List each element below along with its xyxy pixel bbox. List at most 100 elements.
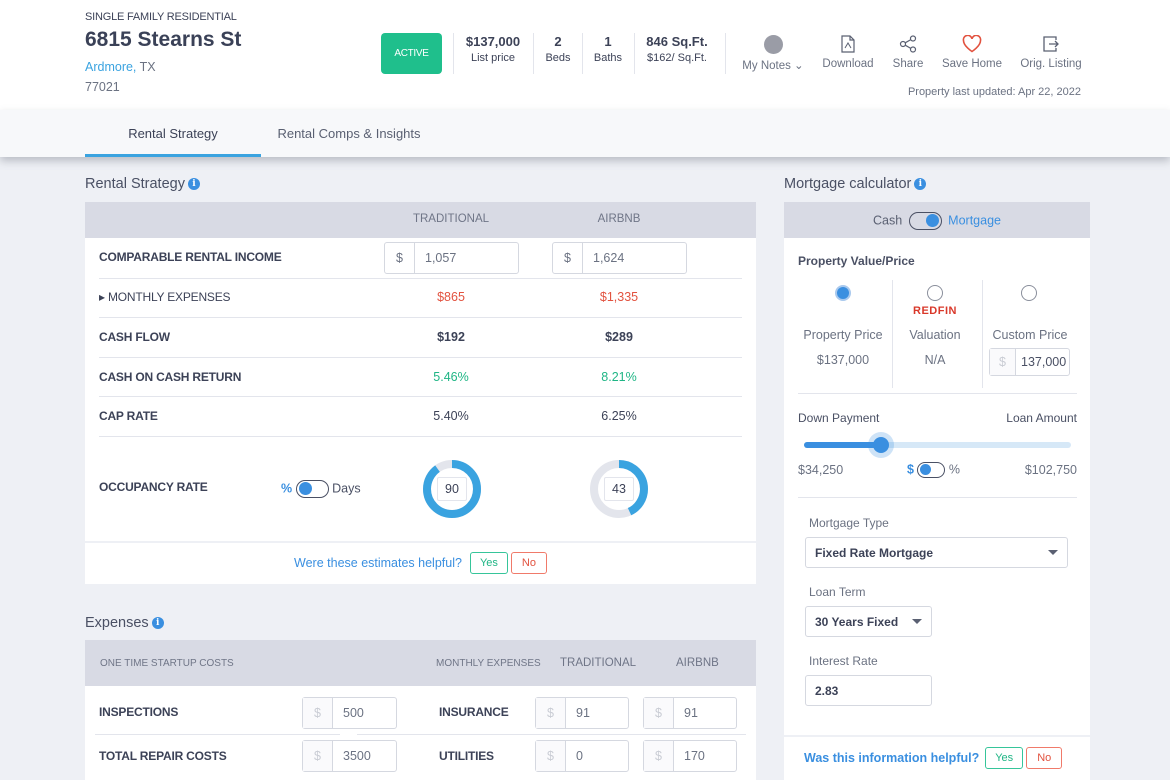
cash-mortgage-toggle[interactable]: Cash Mortgage bbox=[784, 202, 1090, 238]
loan-amount-value: $102,750 bbox=[1024, 463, 1077, 477]
tab-rental-comps[interactable]: Rental Comps & Insights bbox=[266, 110, 432, 157]
info-icon[interactable]: i bbox=[914, 178, 927, 190]
mortgage-option[interactable]: Mortgage bbox=[948, 213, 1001, 227]
insurance-traditional-input[interactable]: $ 91 bbox=[535, 697, 629, 729]
loan-term-select[interactable]: 30 Years Fixed bbox=[805, 606, 932, 637]
cash-mortgage-switch[interactable] bbox=[908, 212, 942, 230]
sqft-value: 846 Sq.Ft. bbox=[646, 34, 708, 49]
custom-price-radio[interactable] bbox=[1021, 285, 1037, 301]
expenses-title-text: Expenses bbox=[85, 615, 149, 631]
startup-costs-header: ONE TIME STARTUP COSTS bbox=[100, 658, 234, 669]
traditional-cap-rate: 5.40% bbox=[433, 409, 469, 423]
share-label: Share bbox=[892, 58, 924, 70]
yes-button[interactable]: Yes bbox=[469, 552, 508, 574]
dollar-unit: $ bbox=[907, 462, 914, 477]
mortgage-title-text: Mortgage calculator bbox=[784, 176, 912, 192]
traditional-occupancy-value[interactable]: 90 bbox=[437, 477, 467, 501]
down-payment-label: Down Payment bbox=[798, 411, 880, 425]
cash-flow-label: CASH FLOW bbox=[99, 330, 170, 344]
currency-prefix: $ bbox=[303, 698, 333, 728]
expenses-header: ONE TIME STARTUP COSTS MONTHLY EXPENSES … bbox=[85, 640, 756, 686]
interest-rate-label: Interest Rate bbox=[809, 654, 878, 668]
info-icon[interactable]: i bbox=[151, 617, 164, 629]
divider bbox=[99, 317, 742, 318]
divider bbox=[99, 436, 742, 437]
mortgage-calculator-title: Mortgage calculator i bbox=[784, 176, 927, 192]
mortgage-type-select[interactable]: Fixed Rate Mortgage bbox=[805, 537, 1068, 568]
occupancy-rate-label: OCCUPANCY RATE bbox=[99, 480, 208, 494]
redfin-logo: REDFIN bbox=[913, 305, 957, 317]
unit-toggle-switch[interactable] bbox=[295, 480, 329, 498]
monthly-expenses-header: MONTHLY EXPENSES bbox=[436, 658, 541, 669]
col-airbnb: AIRBNB bbox=[597, 213, 641, 225]
property-price-radio[interactable] bbox=[835, 285, 851, 301]
no-button[interactable]: No bbox=[1026, 747, 1063, 769]
days-unit: Days bbox=[332, 481, 361, 496]
amount-unit-switch[interactable] bbox=[917, 462, 946, 478]
utilities-airbnb-value: 170 bbox=[684, 749, 705, 763]
divider bbox=[784, 735, 1090, 737]
divider bbox=[533, 33, 534, 74]
insurance-airbnb-input[interactable]: $ 91 bbox=[643, 697, 737, 729]
custom-price-input[interactable]: $ 137,000 bbox=[989, 348, 1070, 376]
monthly-expense-label: INSURANCE bbox=[439, 705, 509, 719]
mortgage-type-value: Fixed Rate Mortgage bbox=[815, 545, 934, 560]
download-button[interactable]: Download bbox=[818, 32, 878, 70]
save-home-button[interactable]: Save Home bbox=[940, 32, 1004, 70]
utilities-airbnb-input[interactable]: $ 170 bbox=[643, 740, 737, 772]
loan-amount-label: Loan Amount bbox=[1006, 411, 1077, 425]
beds-label: Beds bbox=[545, 52, 571, 64]
orig-listing-label: Orig. Listing bbox=[1020, 58, 1082, 70]
startup-cost-label: INSPECTIONS bbox=[99, 705, 179, 719]
share-button[interactable]: Share bbox=[888, 32, 928, 70]
sqft-stat: 846 Sq.Ft. $162/ Sq.Ft. bbox=[639, 34, 715, 64]
baths-label: Baths bbox=[593, 52, 623, 64]
redfin-valuation-radio[interactable] bbox=[927, 285, 943, 301]
city-link[interactable]: Ardmore, bbox=[85, 60, 136, 74]
down-payment-slider[interactable] bbox=[804, 432, 1071, 458]
tab-rental-strategy[interactable]: Rental Strategy bbox=[85, 110, 261, 157]
loan-term-label: Loan Term bbox=[809, 585, 866, 599]
state: TX bbox=[139, 60, 156, 74]
divider bbox=[95, 734, 340, 735]
amount-unit-toggle[interactable]: $ % bbox=[907, 462, 960, 478]
download-label: Download bbox=[822, 58, 874, 70]
feedback-row: Were these estimates helpful? Yes No bbox=[85, 552, 756, 574]
orig-listing-button[interactable]: Orig. Listing bbox=[1016, 32, 1086, 70]
custom-price-label: Custom Price bbox=[992, 328, 1068, 342]
yes-button[interactable]: Yes bbox=[985, 747, 1024, 769]
divider bbox=[982, 280, 983, 388]
currency-prefix: $ bbox=[536, 741, 566, 771]
slider-handle[interactable] bbox=[867, 432, 894, 458]
no-button[interactable]: No bbox=[510, 552, 547, 574]
percent-unit: % bbox=[948, 462, 961, 477]
info-icon[interactable]: i bbox=[187, 178, 200, 190]
airbnb-occupancy-value[interactable]: 43 bbox=[604, 477, 634, 501]
interest-rate-input[interactable]: 2.83 bbox=[805, 675, 932, 706]
my-notes-button[interactable]: My Notes ⌄ bbox=[738, 32, 808, 72]
last-updated: Property last updated: Apr 22, 2022 bbox=[907, 86, 1081, 98]
interest-rate-value: 2.83 bbox=[815, 683, 839, 698]
divider bbox=[798, 393, 1077, 394]
percent-unit: % bbox=[281, 481, 293, 496]
cash-option[interactable]: Cash bbox=[873, 213, 902, 227]
repair-costs-input[interactable]: $ 3500 bbox=[302, 740, 397, 772]
currency-prefix: $ bbox=[644, 741, 674, 771]
divider bbox=[99, 278, 742, 279]
col-traditional: TRADITIONAL bbox=[412, 213, 490, 225]
my-notes-label: My Notes ⌄ bbox=[742, 60, 804, 72]
status-badge: ACTIVE bbox=[381, 33, 442, 74]
utilities-traditional-input[interactable]: $ 0 bbox=[535, 740, 629, 772]
airbnb-header: AIRBNB bbox=[676, 657, 719, 669]
insurance-airbnb-value: 91 bbox=[684, 706, 698, 720]
currency-prefix: $ bbox=[990, 349, 1016, 375]
traditional-income-input[interactable]: $ 1,057 bbox=[384, 242, 519, 274]
traditional-income-value: 1,057 bbox=[425, 251, 457, 265]
pdf-file-icon bbox=[818, 32, 878, 56]
inspections-input[interactable]: $ 500 bbox=[302, 697, 397, 729]
currency-prefix: $ bbox=[553, 243, 583, 273]
monthly-expenses-toggle[interactable]: ▸ MONTHLY EXPENSES bbox=[99, 290, 231, 304]
airbnb-income-input[interactable]: $ 1,624 bbox=[552, 242, 687, 274]
divider bbox=[798, 497, 1077, 498]
occupancy-unit-toggle[interactable]: % Days bbox=[281, 480, 361, 498]
